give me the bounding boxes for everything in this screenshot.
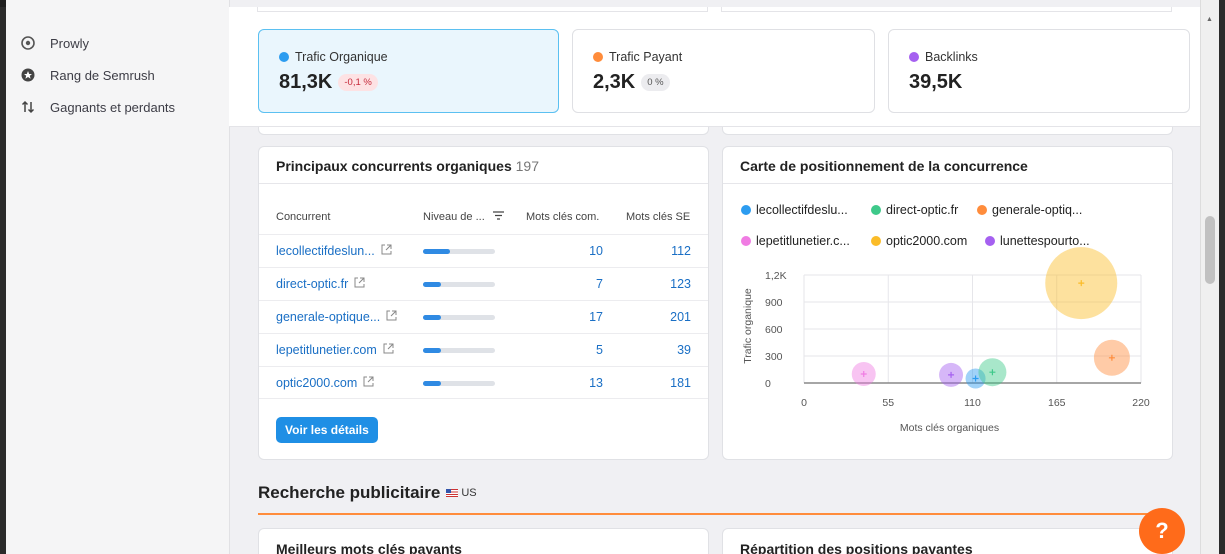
us-flag-icon bbox=[446, 489, 459, 497]
competitor-link[interactable]: lecollectifdeslun... bbox=[276, 244, 392, 258]
card-edge bbox=[257, 7, 708, 12]
common-keywords-value: 17 bbox=[589, 310, 603, 324]
positioning-card: Carte de positionnement de la concurrenc… bbox=[722, 146, 1173, 460]
common-keywords-value: 7 bbox=[596, 277, 603, 291]
kpi-delta-badge: -0,1 % bbox=[338, 74, 378, 91]
col-header-competitor: Concurrent bbox=[276, 211, 331, 223]
se-keywords-value: 181 bbox=[670, 376, 691, 390]
x-tick-label: 220 bbox=[1132, 397, 1150, 409]
y-tick-label: 600 bbox=[765, 324, 783, 336]
x-tick-label: 110 bbox=[964, 397, 981, 409]
common-keywords-value: 5 bbox=[596, 343, 603, 357]
competitors-count: 197 bbox=[515, 158, 539, 174]
external-link-icon[interactable] bbox=[381, 244, 392, 258]
kpi-label: Trafic Payant bbox=[609, 50, 683, 64]
x-tick-label: 0 bbox=[801, 397, 807, 409]
table-row: lepetitlunetier.com 5 39 bbox=[259, 333, 708, 366]
se-keywords-value: 201 bbox=[670, 310, 691, 324]
backlinks-dot-icon bbox=[909, 52, 919, 62]
sidebar-item-semrush-rank[interactable]: Rang de Semrush bbox=[20, 67, 155, 83]
x-tick-label: 165 bbox=[1048, 397, 1066, 409]
card-edge bbox=[258, 127, 709, 135]
competitor-link[interactable]: lepetitlunetier.com bbox=[276, 343, 394, 357]
x-axis-label: Mots clés organiques bbox=[900, 422, 999, 434]
competitors-card: Principaux concurrents organiques 197 Co… bbox=[258, 146, 709, 460]
col-header-level[interactable]: Niveau de ... bbox=[423, 211, 504, 223]
level-bar bbox=[423, 249, 495, 254]
country-flag: US bbox=[446, 487, 477, 499]
kpi-label: Backlinks bbox=[925, 50, 978, 64]
common-keywords-value: 13 bbox=[589, 376, 603, 390]
y-tick-label: 900 bbox=[765, 297, 783, 309]
sidebar-item-label: Gagnants et perdants bbox=[50, 99, 176, 115]
se-keywords-value: 123 bbox=[670, 277, 691, 291]
scroll-thumb[interactable] bbox=[1205, 216, 1215, 284]
col-header-common-keywords[interactable]: Mots clés com. bbox=[526, 211, 599, 223]
y-axis-label: Trafic organique bbox=[742, 288, 754, 364]
ads-section-title: Recherche publicitaire US bbox=[258, 483, 477, 502]
level-bar bbox=[423, 282, 495, 287]
common-keywords-value: 10 bbox=[589, 244, 603, 258]
external-link-icon[interactable] bbox=[383, 343, 394, 357]
table-row: lecollectifdeslun... 10 112 bbox=[259, 234, 708, 267]
y-tick-label: 0 bbox=[765, 378, 771, 390]
card-edge bbox=[721, 7, 1172, 12]
kpi-label: Trafic Organique bbox=[295, 50, 388, 64]
organic-dot-icon bbox=[279, 52, 289, 62]
kpi-paid-traffic[interactable]: Trafic Payant 2,3K 0 % bbox=[572, 29, 875, 113]
positioning-chart: 0 55 110 165 220 0 300 600 900 1,2K Mots clés orga… bbox=[742, 247, 1150, 434]
competitor-link[interactable]: generale-optique... bbox=[276, 310, 397, 324]
competitor-link[interactable]: optic2000.com bbox=[276, 376, 374, 390]
semrush-rank-icon bbox=[20, 67, 36, 83]
top-paid-keywords-title: Meilleurs mots clés payants bbox=[276, 541, 462, 554]
se-keywords-value: 112 bbox=[671, 244, 691, 258]
col-header-se-keywords[interactable]: Mots clés SE bbox=[626, 211, 690, 223]
table-row: direct-optic.fr 7 123 bbox=[259, 267, 708, 300]
competitors-title: Principaux concurrents organiques 197 bbox=[276, 158, 539, 174]
prowly-icon bbox=[20, 35, 36, 51]
paid-positions-card: Répartition des positions payantes bbox=[722, 528, 1173, 554]
table-row: generale-optique... 17 201 bbox=[259, 300, 708, 333]
external-link-icon[interactable] bbox=[363, 376, 374, 390]
kpi-organic-traffic[interactable]: Trafic Organique 81,3K -0,1 % bbox=[258, 29, 559, 113]
section-accent-line bbox=[258, 513, 1173, 515]
se-keywords-value: 39 bbox=[677, 343, 691, 357]
y-tick-label: 300 bbox=[765, 351, 783, 363]
kpi-delta-badge: 0 % bbox=[641, 74, 670, 91]
scroll-up-icon[interactable]: ▲ bbox=[1206, 16, 1213, 23]
card-edge bbox=[722, 127, 1173, 135]
level-bar bbox=[423, 381, 495, 386]
sidebar-item-label: Prowly bbox=[50, 35, 90, 51]
paid-dot-icon bbox=[593, 52, 603, 62]
external-link-icon[interactable] bbox=[386, 310, 397, 324]
divider bbox=[259, 183, 708, 184]
competitor-link[interactable]: direct-optic.fr bbox=[276, 277, 365, 291]
sidebar: Prowly Rang de Semrush Gagnants et perda… bbox=[6, 0, 230, 554]
kpi-value: 2,3K bbox=[593, 71, 636, 93]
sidebar-item-winners-losers[interactable]: Gagnants et perdants bbox=[20, 99, 175, 115]
view-details-button[interactable]: Voir les détails bbox=[276, 417, 378, 443]
sidebar-item-label: Rang de Semrush bbox=[50, 67, 155, 83]
kpi-value: 39,5K bbox=[909, 71, 963, 93]
winners-losers-icon bbox=[20, 99, 36, 115]
scrollbar[interactable]: ▲ bbox=[1200, 0, 1219, 554]
kpi-backlinks[interactable]: Backlinks 39,5K bbox=[888, 29, 1190, 113]
table-row: optic2000.com 13 181 bbox=[259, 366, 708, 399]
external-link-icon[interactable] bbox=[354, 277, 365, 291]
level-bar bbox=[423, 348, 495, 353]
x-tick-label: 55 bbox=[882, 397, 894, 409]
paid-positions-title: Répartition des positions payantes bbox=[740, 541, 973, 554]
window-edge bbox=[1219, 0, 1225, 554]
y-tick-label: 1,2K bbox=[765, 270, 787, 282]
top-paid-keywords-card: Meilleurs mots clés payants bbox=[258, 528, 709, 554]
help-button[interactable]: ? bbox=[1139, 508, 1185, 554]
sidebar-item-prowly[interactable]: Prowly bbox=[20, 35, 89, 51]
sort-icon[interactable] bbox=[492, 211, 504, 223]
kpi-value: 81,3K bbox=[279, 71, 333, 93]
level-bar bbox=[423, 315, 495, 320]
